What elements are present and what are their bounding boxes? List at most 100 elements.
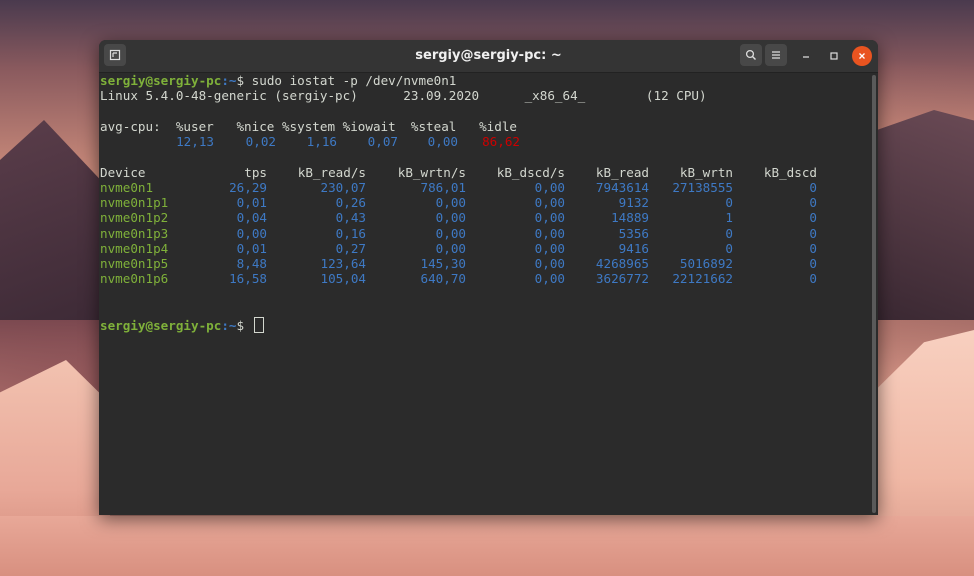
device-read-cell: 5356	[618, 225, 649, 241]
col-kb-wrtn: kB_wrtn	[679, 164, 733, 180]
device-read-cell: 7943614	[595, 179, 649, 195]
cpu-header: avg-cpu: %user %nice %system %iowait %st…	[100, 118, 518, 134]
close-icon[interactable]	[852, 46, 872, 66]
terminal-window[interactable]: sergiy@sergiy-pc: ~ sergiy@sergiy-pc:~$ …	[99, 40, 878, 515]
device-tps-cell: 26,29	[229, 179, 267, 195]
device-read-s-cell: 0,26	[335, 195, 366, 210]
device-tps-cell: 0,01	[236, 195, 267, 210]
device-table-header: Device tps kB_read/s kB_wrtn/s kB_dscd/s…	[100, 165, 869, 180]
device-read-s-cell: 0,16	[335, 225, 366, 241]
device-row: nvme0n1p2 0,04 0,43 0,00 0,00 14889 1 0	[100, 210, 869, 225]
device-wrtn-cell: 27138555	[672, 179, 733, 195]
device-read-cell: 9132	[618, 195, 649, 210]
device-read-s-cell: 0,43	[335, 210, 366, 226]
cpu-user: 12,13	[176, 134, 214, 149]
device-dscd-s-cell: 0,00	[534, 210, 565, 226]
device-row: nvme0n1p3 0,00 0,16 0,00 0,00 5356 0 0	[100, 226, 869, 241]
device-name: nvme0n1p2	[100, 210, 169, 226]
terminal-new-tab-icon[interactable]	[104, 44, 126, 66]
col-kb-dscd: kB_dscd	[763, 164, 817, 180]
wallpaper-snow-bottom	[0, 516, 974, 576]
device-wrtn-s-cell: 640,70	[420, 271, 467, 287]
device-row: nvme0n1p4 0,01 0,27 0,00 0,00 9416 0 0	[100, 241, 869, 256]
device-wrtn-cell: 1	[725, 210, 733, 226]
cpu-iowait: 0,07	[367, 134, 398, 149]
command-line: sergiy@sergiy-pc:~$ sudo iostat -p /dev/…	[100, 73, 869, 88]
hamburger-menu-icon[interactable]	[765, 44, 787, 66]
device-row: nvme0n1p1 0,01 0,26 0,00 0,00 9132 0 0	[100, 195, 869, 210]
device-read-s-cell: 123,64	[320, 256, 367, 271]
text-cursor	[253, 317, 264, 333]
device-dscd-cell: 0	[809, 179, 817, 195]
prompt-line[interactable]: sergiy@sergiy-pc:~$	[100, 317, 869, 333]
col-kb-wrtn-s: kB_wrtn/s	[397, 164, 466, 180]
device-dscd-s-cell: 0,00	[534, 240, 565, 256]
command-text: sudo iostat -p /dev/nvme0n1	[244, 73, 457, 88]
device-table-body: nvme0n1 26,29 230,07 786,01 0,00 7943614 27138…	[100, 180, 869, 287]
device-wrtn-cell: 0	[725, 240, 733, 256]
prompt-user: sergiy@sergiy-pc	[100, 73, 222, 88]
device-dscd-cell: 0	[809, 256, 817, 271]
device-read-cell: 9416	[618, 240, 649, 256]
device-dscd-cell: 0	[809, 271, 817, 287]
device-tps-cell: 0,01	[236, 240, 267, 256]
device-wrtn-s-cell: 0,00	[435, 195, 466, 210]
device-wrtn-cell: 5016892	[679, 256, 733, 271]
maximize-icon[interactable]	[824, 46, 844, 66]
scrollbar-thumb[interactable]	[872, 75, 876, 513]
device-read-cell: 4268965	[595, 256, 649, 271]
device-row: nvme0n1p5 8,48 123,64 145,30 0,00 4268965 5016…	[100, 256, 869, 271]
device-read-s-cell: 0,27	[335, 240, 366, 256]
cpu-system: 1,16	[306, 134, 337, 149]
cpu-nice: 0,02	[245, 134, 276, 149]
device-name: nvme0n1p6	[100, 271, 169, 287]
device-wrtn-s-cell: 0,00	[435, 240, 466, 256]
device-dscd-s-cell: 0,00	[534, 271, 565, 287]
prompt-path: :~	[221, 318, 237, 333]
col-kb-read-s: kB_read/s	[297, 164, 366, 180]
device-name: nvme0n1p5	[100, 256, 169, 271]
device-wrtn-cell: 0	[725, 195, 733, 210]
device-dscd-s-cell: 0,00	[534, 256, 565, 271]
device-read-s-cell: 230,07	[320, 179, 367, 195]
device-dscd-cell: 0	[809, 225, 817, 241]
device-read-s-cell: 105,04	[320, 271, 367, 287]
col-tps: tps	[244, 164, 267, 180]
device-wrtn-cell: 22121662	[672, 271, 733, 287]
terminal-output[interactable]: sergiy@sergiy-pc:~$ sudo iostat -p /dev/…	[99, 73, 869, 515]
device-name: nvme0n1	[100, 179, 154, 195]
prompt-symbol: $	[236, 73, 245, 88]
prompt-path: :~	[221, 73, 237, 88]
device-row: nvme0n1p6 16,58 105,04 640,70 0,00 3626772 221…	[100, 271, 869, 286]
device-dscd-cell: 0	[809, 240, 817, 256]
device-dscd-cell: 0	[809, 195, 817, 210]
device-wrtn-s-cell: 786,01	[420, 179, 467, 195]
device-dscd-s-cell: 0,00	[534, 195, 565, 210]
col-kb-read: kB_read	[595, 164, 649, 180]
col-kb-dscd-s: kB_dscd/s	[496, 164, 565, 180]
device-wrtn-cell: 0	[725, 225, 733, 241]
cpu-values-row: 12,13 0,02 1,16 0,07 0,00 86,62	[100, 134, 869, 149]
device-tps-cell: 0,00	[236, 225, 267, 241]
wallpaper-mountain-right	[874, 110, 974, 320]
device-tps-cell: 0,04	[236, 210, 267, 226]
minimize-icon[interactable]	[796, 46, 816, 66]
device-read-cell: 3626772	[595, 271, 649, 287]
prompt-user: sergiy@sergiy-pc	[100, 318, 222, 333]
terminal-scrollbar[interactable]	[870, 73, 878, 515]
device-dscd-s-cell: 0,00	[534, 179, 565, 195]
cpu-idle: 86,62	[482, 134, 520, 149]
sysinfo-line: Linux 5.4.0-48-generic (sergiy-pc) 23.09…	[100, 88, 707, 104]
device-wrtn-s-cell: 0,00	[435, 210, 466, 226]
prompt-symbol: $	[236, 318, 245, 333]
search-icon[interactable]	[740, 44, 762, 66]
device-tps-cell: 16,58	[229, 271, 267, 287]
device-tps-cell: 8,48	[236, 256, 267, 271]
device-dscd-cell: 0	[809, 210, 817, 226]
wallpaper-mountain-left	[0, 120, 110, 320]
title-bar[interactable]: sergiy@sergiy-pc: ~	[99, 40, 878, 73]
